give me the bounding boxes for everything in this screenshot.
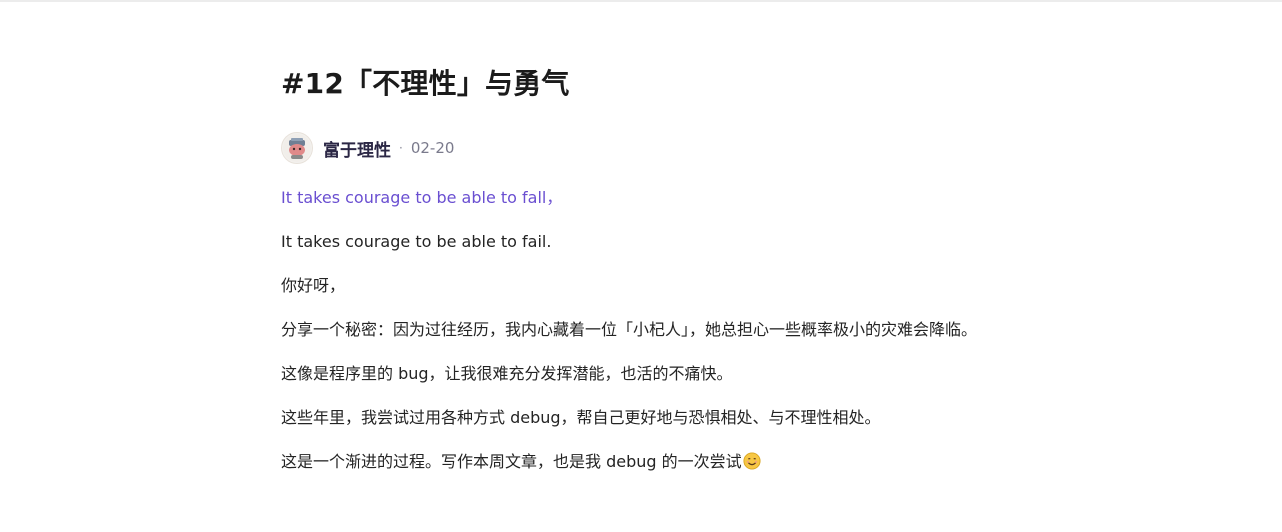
author-name[interactable]: 富于理性: [323, 136, 391, 161]
smiling-face-icon: [743, 452, 761, 470]
avatar-illustration-icon: [283, 134, 311, 162]
top-divider: [0, 0, 1282, 2]
greeting-paragraph: 你好呀，: [281, 276, 346, 295]
publish-date: 02-20: [410, 139, 455, 157]
author-avatar[interactable]: [281, 132, 313, 164]
body-paragraph-last: 这是一个渐进的过程。写作本周文章，也是我 debug 的一次尝试: [281, 448, 1001, 476]
article-body: It takes courage to be able to fall， It …: [281, 184, 1001, 492]
body-paragraph-text: 这是一个渐进的过程。写作本周文章，也是我 debug 的一次尝试: [281, 452, 742, 471]
body-paragraph: 这些年里，我尝试过用各种方式 debug，帮自己更好地与恐惧相处、与不理性相处。: [281, 408, 881, 427]
quote-line-2: It takes courage to be able to fail.: [281, 232, 552, 251]
body-paragraph: 这像是程序里的 bug，让我很难充分发挥潜能，也活的不痛快。: [281, 364, 733, 383]
article-meta: 富于理性 · 02-20: [281, 130, 454, 166]
body-paragraph: 分享一个秘密：因为过往经历，我内心藏着一位「小杞人」，她总担心一些概率极小的灾难…: [281, 320, 978, 339]
article: #12「不理性」与勇气 富于理性 · 02-20 It takes courag…: [281, 66, 1001, 471]
article-title: #12「不理性」与勇气: [281, 67, 570, 100]
meta-separator: ·: [399, 141, 403, 155]
quote-line-1: It takes courage to be able to fall，: [281, 188, 563, 207]
